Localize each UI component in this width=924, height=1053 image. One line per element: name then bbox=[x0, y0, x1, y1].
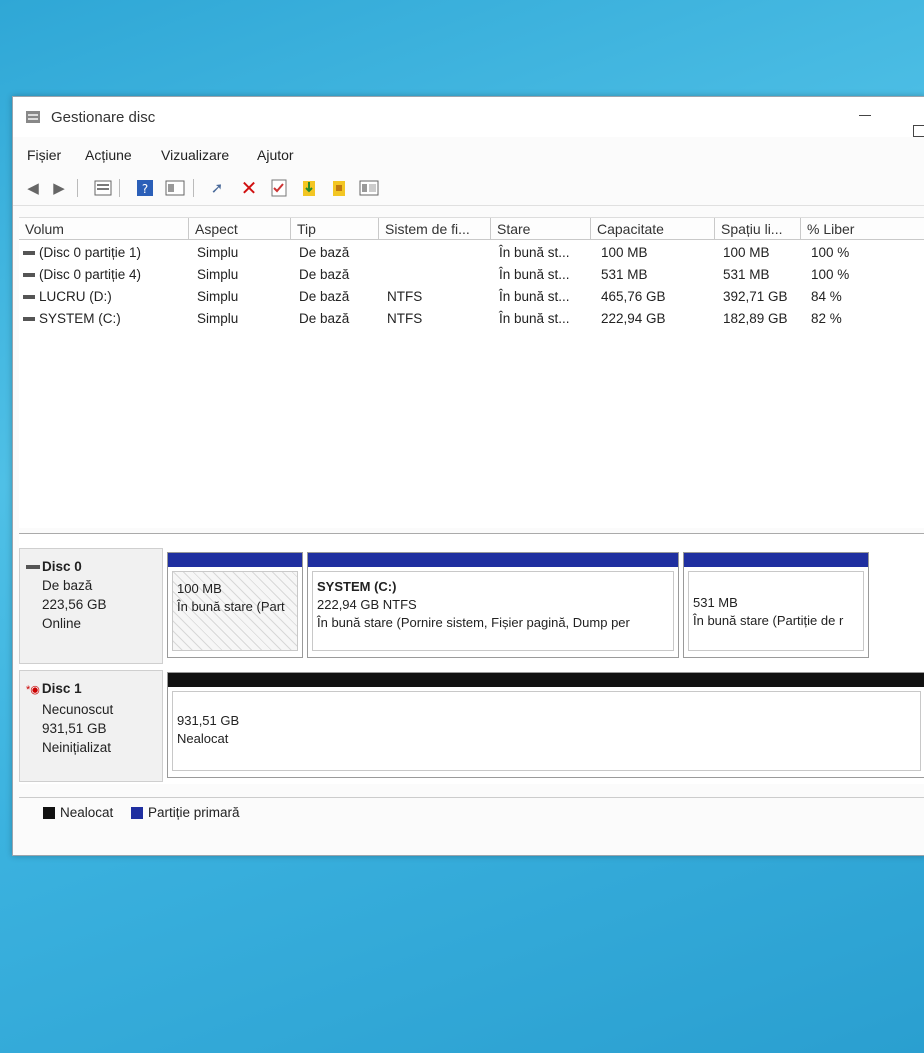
primary-partition-bar bbox=[684, 553, 868, 567]
table-row[interactable]: (Disc 0 partiție 1) Simplu De bază În bu… bbox=[19, 242, 924, 264]
back-icon[interactable]: ◀ bbox=[23, 179, 43, 197]
legend-swatch bbox=[43, 806, 55, 819]
maximize-button[interactable] bbox=[913, 125, 924, 137]
volume-icon bbox=[23, 317, 35, 322]
title-bar: Gestionare disc bbox=[13, 97, 924, 137]
menu-action[interactable]: Acțiune bbox=[85, 147, 132, 163]
disk0-size: 223,56 GB bbox=[42, 597, 107, 612]
legend-swatch bbox=[131, 806, 143, 819]
menu-bar: Fișier Acțiune Vizualizare Ajutor bbox=[13, 143, 924, 167]
disk0-partition-1[interactable]: 100 MB În bună stare (Part bbox=[167, 552, 303, 658]
volume-icon bbox=[23, 295, 35, 300]
disk1-label[interactable]: *◉ Disc 1 Necunoscut 931,51 GB Neinițiali… bbox=[19, 670, 163, 782]
minimize-button[interactable] bbox=[859, 115, 871, 116]
column-free-space[interactable]: Spațiu li... bbox=[715, 218, 801, 240]
toolbar: ◀ ▶ ? ➚ ✕ bbox=[13, 171, 924, 206]
disk0-label[interactable]: Disc 0 De bază 223,56 GB Online bbox=[19, 548, 163, 664]
legend-unallocated: Nealocat bbox=[43, 805, 113, 820]
column-percent-free[interactable]: % Liber bbox=[801, 218, 924, 240]
disk-management-window: Gestionare disc Fișier Acțiune Vizualiza… bbox=[12, 96, 924, 856]
disk-management-icon bbox=[26, 111, 40, 123]
volume-icon bbox=[23, 251, 35, 256]
column-layout[interactable]: Aspect bbox=[189, 218, 291, 240]
properties-icon[interactable] bbox=[93, 179, 113, 197]
forward-icon[interactable]: ▶ bbox=[49, 179, 69, 197]
disk0-partition-system[interactable]: SYSTEM (C:) 222,94 GB NTFS În bună stare… bbox=[307, 552, 679, 658]
disk0-type: De bază bbox=[42, 578, 93, 593]
disk1-unallocated[interactable]: 931,51 GB Nealocat bbox=[167, 672, 924, 778]
window-title: Gestionare disc bbox=[51, 109, 156, 126]
column-file-system[interactable]: Sistem de fi... bbox=[379, 218, 491, 240]
legend-primary-partition: Partiție primară bbox=[131, 805, 240, 820]
disk1-size: 931,51 GB bbox=[42, 721, 107, 736]
column-volume[interactable]: Volum bbox=[19, 218, 189, 240]
legend: Nealocat Partiție primară bbox=[19, 797, 924, 826]
svg-text:?: ? bbox=[142, 182, 148, 196]
column-type[interactable]: Tip bbox=[291, 218, 379, 240]
disk1-status: Neinițializat bbox=[42, 740, 112, 755]
volume-icon bbox=[23, 273, 35, 278]
primary-partition-bar bbox=[168, 553, 302, 567]
disk0-status: Online bbox=[42, 616, 82, 631]
check-icon[interactable] bbox=[269, 179, 289, 197]
table-row[interactable]: SYSTEM (C:) Simplu De bază NTFS În bună … bbox=[19, 308, 924, 330]
menu-file[interactable]: Fișier bbox=[27, 147, 61, 163]
delete-icon[interactable]: ✕ bbox=[239, 178, 259, 200]
disk0-partition-4[interactable]: 531 MB În bună stare (Partiție de r bbox=[683, 552, 869, 658]
help-icon[interactable]: ? bbox=[135, 179, 155, 197]
table-row[interactable]: LUCRU (D:) Simplu De bază NTFS În bună s… bbox=[19, 286, 924, 308]
primary-partition-bar bbox=[308, 553, 678, 567]
unallocated-bar bbox=[168, 673, 924, 687]
disk1-type: Necunoscut bbox=[42, 702, 114, 717]
disk-offline-icon: *◉ bbox=[26, 684, 40, 696]
disk-graphical-view: Disc 0 De bază 223,56 GB Online 100 MB Î… bbox=[19, 533, 924, 784]
view-icon[interactable] bbox=[165, 179, 185, 197]
connect-icon[interactable]: ➚ bbox=[207, 179, 227, 197]
import-icon[interactable] bbox=[299, 179, 319, 197]
settings-icon[interactable] bbox=[359, 179, 379, 197]
column-capacity[interactable]: Capacitate bbox=[591, 218, 715, 240]
column-status[interactable]: Stare bbox=[491, 218, 591, 240]
table-row[interactable]: (Disc 0 partiție 4) Simplu De bază În bu… bbox=[19, 264, 924, 286]
menu-help[interactable]: Ajutor bbox=[257, 147, 294, 163]
refresh-icon[interactable] bbox=[329, 179, 349, 197]
volume-list: Volum Aspect Tip Sistem de fi... Stare C… bbox=[19, 217, 924, 528]
menu-view[interactable]: Vizualizare bbox=[161, 147, 229, 163]
disk-icon bbox=[26, 565, 40, 570]
